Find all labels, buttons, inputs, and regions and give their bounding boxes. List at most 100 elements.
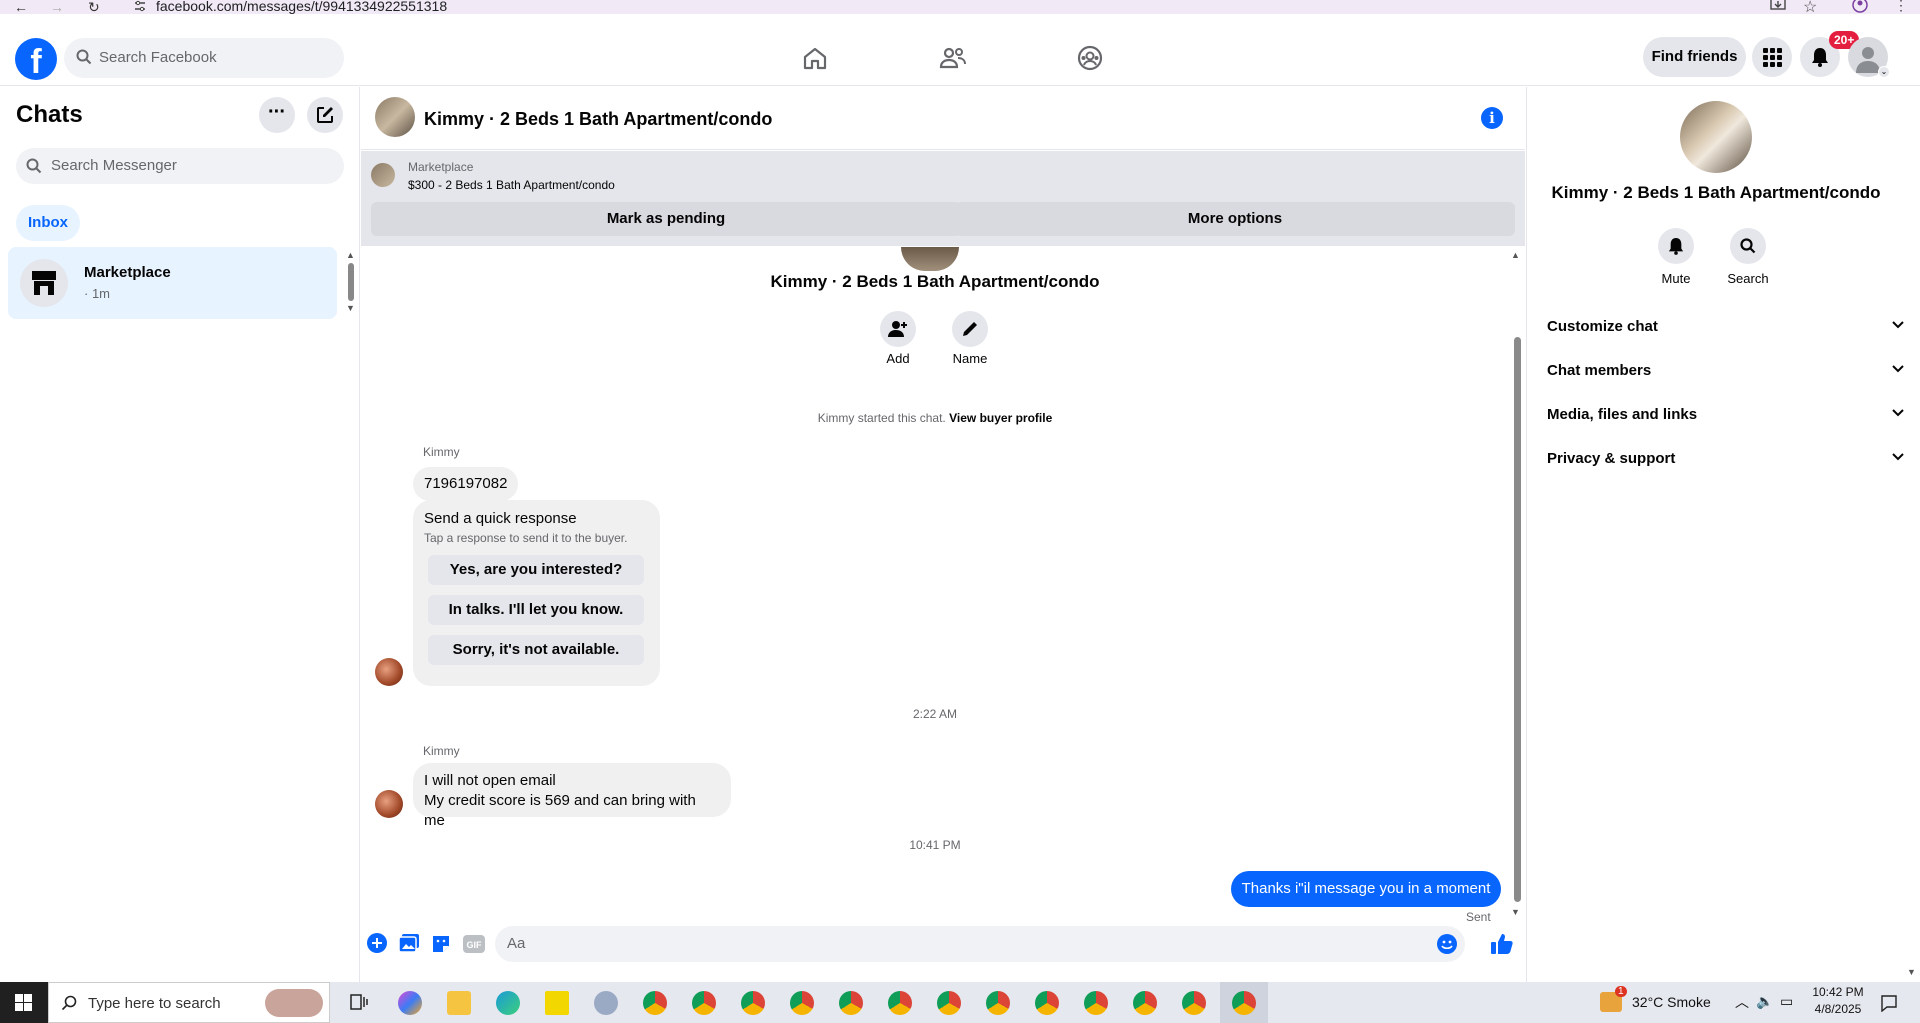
friends-icon[interactable] (939, 46, 967, 70)
start-button[interactable] (0, 982, 48, 1023)
task-view-icon[interactable] (350, 994, 368, 1010)
file-explorer-icon[interactable] (447, 991, 471, 1015)
banner-listing[interactable]: $300 - 2 Beds 1 Bath Apartment/condo (408, 178, 615, 192)
chats-options-button[interactable]: ··· (259, 97, 295, 133)
facebook-search-input[interactable]: Search Facebook (64, 38, 344, 78)
privacy-support-section[interactable]: Privacy & support (1543, 437, 1905, 481)
copilot-icon[interactable] (398, 991, 422, 1015)
chat-list-item[interactable]: Marketplace · 1m (8, 247, 337, 319)
scroll-up-arrow[interactable]: ▲ (1511, 250, 1520, 260)
chrome-icon[interactable] (937, 991, 961, 1015)
volume-icon[interactable]: 🔈 (1756, 993, 1773, 1010)
quick-response-title: Send a quick response (424, 510, 577, 527)
search-icon (1740, 238, 1756, 254)
media-files-links-section[interactable]: Media, files and links (1543, 393, 1905, 437)
find-friends-button[interactable]: Find friends (1643, 37, 1746, 77)
facebook-logo[interactable]: f (15, 38, 57, 80)
address-bar[interactable]: facebook.com/messages/t/9941334922551318 (156, 0, 447, 14)
chrome-icon[interactable] (643, 991, 667, 1015)
thumbs-up-icon[interactable] (1491, 933, 1513, 955)
chrome-icon[interactable] (1133, 991, 1157, 1015)
sticker-icon[interactable] (431, 934, 451, 954)
customize-chat-section[interactable]: Customize chat (1543, 305, 1905, 349)
browser-menu-icon[interactable]: ⋮ (1894, 0, 1908, 14)
chrome-icon[interactable] (741, 991, 765, 1015)
sticky-notes-icon[interactable] (545, 991, 569, 1015)
more-options-button[interactable]: More options (955, 202, 1515, 236)
mark-as-pending-button[interactable]: Mark as pending (371, 202, 961, 236)
clock-date[interactable]: 4/8/2025 (1808, 1002, 1868, 1016)
mute-button[interactable] (1658, 228, 1694, 264)
app-icon[interactable] (594, 991, 618, 1015)
account-chevron-icon[interactable]: ⌄ (1878, 66, 1890, 78)
edit-name-button[interactable] (952, 311, 988, 347)
back-button[interactable]: ← (14, 0, 28, 15)
network-icon[interactable]: ▭ (1780, 993, 1793, 1010)
taskbar-search-input[interactable]: Type here to search (48, 982, 330, 1023)
active-taskbar-item[interactable] (1220, 982, 1268, 1023)
chat-name: Marketplace (84, 264, 171, 281)
install-app-icon[interactable] (1770, 0, 1786, 12)
scroll-down-arrow[interactable]: ▼ (1907, 967, 1916, 977)
message-input[interactable]: Aa (495, 926, 1465, 962)
forward-button[interactable]: → (50, 0, 64, 15)
messenger-search-input[interactable]: Search Messenger (16, 148, 344, 184)
search-in-chat-button[interactable] (1730, 228, 1766, 264)
windows-taskbar: Type here to search 1 32°C Smoke ︿ 🔈 ▭ 1… (0, 982, 1920, 1023)
notifications-icon[interactable] (1880, 994, 1898, 1012)
info-icon[interactable]: i (1481, 107, 1503, 129)
message-line: My credit score is 569 and can bring wit… (424, 792, 696, 829)
show-hidden-icons-icon[interactable]: ︿ (1735, 992, 1749, 1012)
sender-avatar[interactable] (375, 790, 403, 818)
scroll-down-arrow[interactable]: ▼ (346, 303, 355, 313)
scroll-up-arrow[interactable]: ▲ (346, 250, 355, 260)
menu-button[interactable] (1752, 37, 1792, 77)
conversation-header[interactable]: Kimmy · 2 Beds 1 Bath Apartment/condo i (361, 87, 1525, 150)
add-people-button[interactable] (880, 311, 916, 347)
message-bubble[interactable]: I will not open email My credit score is… (413, 763, 731, 829)
chat-members-section[interactable]: Chat members (1543, 349, 1905, 393)
emoji-icon[interactable] (1437, 934, 1457, 954)
chrome-icon[interactable] (839, 991, 863, 1015)
inbox-tab[interactable]: Inbox (16, 205, 80, 241)
edge-icon[interactable] (496, 991, 520, 1015)
intro-avatar (901, 247, 959, 271)
clock-time[interactable]: 10:42 PM (1808, 985, 1868, 999)
sender-avatar[interactable] (375, 658, 403, 686)
new-message-button[interactable] (307, 97, 343, 133)
chrome-icon[interactable] (790, 991, 814, 1015)
quick-response-button[interactable]: In talks. I'll let you know. (428, 595, 644, 625)
chat-list-scrollbar[interactable] (348, 263, 354, 301)
chrome-icon[interactable] (888, 991, 912, 1015)
menu-grid-icon (1762, 47, 1782, 67)
conversation-avatar[interactable] (375, 97, 415, 137)
message-bubble[interactable]: 7196197082 (413, 467, 519, 501)
messenger-search-placeholder: Search Messenger (51, 157, 177, 174)
profile-icon[interactable] (1852, 0, 1868, 13)
conversation-scrollbar[interactable] (1514, 337, 1521, 902)
photo-icon[interactable] (399, 934, 419, 952)
home-icon[interactable] (802, 46, 828, 70)
bell-icon (1668, 237, 1684, 255)
chat-details-avatar[interactable] (1680, 101, 1752, 173)
quick-response-button[interactable]: Yes, are you interested? (428, 555, 644, 585)
view-buyer-profile-link[interactable]: View buyer profile (949, 411, 1052, 425)
chrome-icon[interactable] (1182, 991, 1206, 1015)
plus-icon[interactable] (367, 933, 387, 953)
groups-icon[interactable] (1077, 45, 1103, 71)
weather-text[interactable]: 32°C Smoke (1632, 994, 1711, 1010)
sent-message-bubble[interactable]: Thanks i"il message you in a moment (1231, 871, 1501, 907)
svg-text:GIF: GIF (467, 940, 483, 950)
gif-icon[interactable]: GIF (463, 934, 485, 954)
chrome-icon[interactable] (986, 991, 1010, 1015)
conversation-title[interactable]: Kimmy · 2 Beds 1 Bath Apartment/condo (424, 109, 772, 130)
chrome-icon[interactable] (692, 991, 716, 1015)
chrome-icon[interactable] (1084, 991, 1108, 1015)
search-label: Search (1727, 271, 1769, 286)
section-label: Privacy & support (1547, 450, 1676, 467)
chrome-icon[interactable] (1035, 991, 1059, 1015)
site-settings-icon[interactable] (134, 0, 146, 12)
quick-response-button[interactable]: Sorry, it's not available. (428, 635, 644, 665)
search-icon (61, 995, 77, 1011)
name-label: Name (952, 351, 988, 366)
